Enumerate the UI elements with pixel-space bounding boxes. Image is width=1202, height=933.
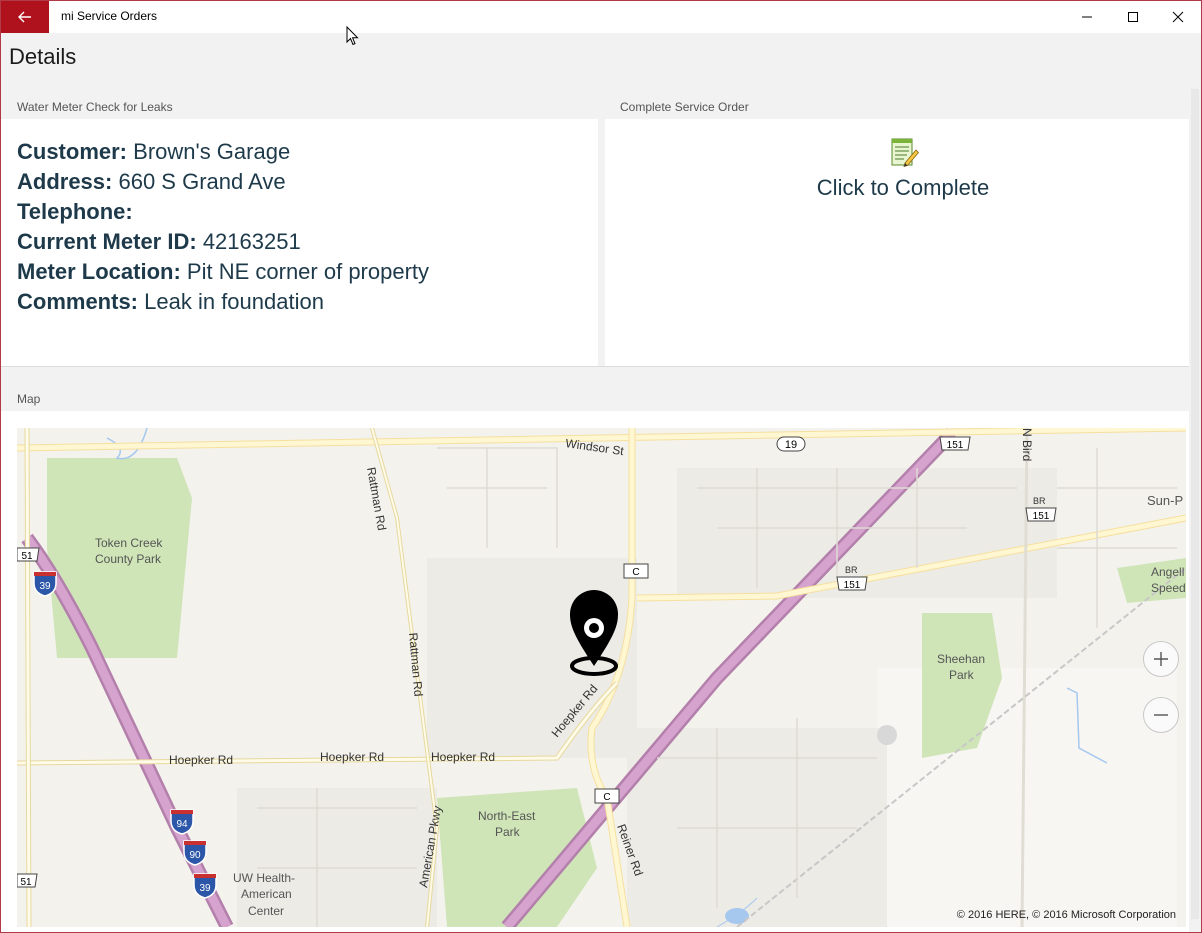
telephone-label: Telephone: [17, 199, 133, 224]
interstate-39-shield: 39 [193, 873, 217, 899]
scrollbar-thumb[interactable] [1191, 89, 1199, 919]
minimize-button[interactable] [1064, 1, 1110, 33]
complete-order-panel[interactable]: Click to Complete [605, 119, 1201, 366]
back-arrow-icon [18, 11, 31, 23]
mouse-cursor-icon [346, 26, 359, 46]
hoepker-rd-label: Hoepker Rd [169, 753, 233, 767]
app-title: mi Service Orders [61, 9, 158, 23]
telephone-line: Telephone: [17, 197, 429, 227]
sheehan-label: Sheehan [937, 652, 985, 666]
close-icon [1172, 11, 1184, 23]
county-c-letter: C [632, 567, 639, 578]
back-button[interactable] [1, 1, 49, 33]
interstate-39-number: 39 [39, 581, 51, 592]
zoom-out-button[interactable] [1143, 697, 1179, 733]
address-line: Address: 660 S Grand Ave [17, 167, 429, 197]
us-51-number: 51 [20, 877, 32, 888]
meter-location-value: Pit NE corner of property [186, 259, 430, 284]
park-label: Park [949, 668, 975, 682]
interstate-39-shield: 39 [33, 571, 57, 597]
pond [725, 908, 749, 924]
angell-label: Angell [1151, 565, 1184, 579]
uw-health-label: UW Health- [233, 871, 295, 885]
american-label: American [241, 887, 292, 901]
hwy-19-number: 19 [785, 439, 797, 451]
map-canvas[interactable]: Windsor St Rattman Rd Rattman Rd Token C… [17, 428, 1186, 927]
order-section-header: Water Meter Check for Leaks [17, 100, 173, 114]
speed-label: Speed [1151, 581, 1186, 595]
location-pin-icon[interactable] [570, 590, 618, 676]
click-to-complete-label[interactable]: Click to Complete [605, 175, 1201, 201]
meter-id-line: Current Meter ID: 42163251 [17, 227, 429, 257]
interstate-90-number: 90 [189, 850, 201, 861]
us-151-number: 151 [947, 440, 964, 451]
map-copyright: © 2016 HERE, © 2016 Microsoft Corporatio… [956, 909, 1176, 921]
county-c-letter: C [603, 792, 610, 803]
county-c-shield: C [623, 563, 649, 579]
meter-id-label: Current Meter ID: [17, 229, 197, 254]
us-151-shield: 151 [939, 436, 971, 451]
notepad-pencil-icon [891, 138, 920, 167]
maximize-icon [1128, 12, 1138, 22]
us-151-number: 151 [1033, 511, 1050, 522]
interstate-94-shield: 94 [170, 809, 194, 835]
n-bird-label: N Bird [1020, 428, 1034, 461]
map-view[interactable]: Windsor St Rattman Rd Rattman Rd Token C… [17, 428, 1186, 927]
comments-line: Comments: Leak in foundation [17, 287, 429, 317]
minimize-icon [1082, 16, 1092, 18]
hoepker-rd-label: Hoepker Rd [431, 750, 495, 764]
customer-line: Customer: Brown's Garage [17, 137, 429, 167]
meter-location-line: Meter Location: Pit NE corner of propert… [17, 257, 429, 287]
plus-icon [1154, 652, 1168, 666]
interstate-90-shield: 90 [183, 840, 207, 866]
address-label: Address: [17, 169, 113, 194]
complete-section-header: Complete Service Order [620, 100, 749, 114]
page-title: Details [9, 44, 77, 69]
us-51-number: 51 [21, 551, 33, 562]
map-section-header: Map [17, 392, 41, 406]
us-151-number: 151 [844, 580, 861, 591]
zoom-in-button[interactable] [1143, 641, 1179, 677]
county-park-label: County Park [95, 552, 162, 566]
br-label: BR [1033, 496, 1046, 506]
order-details-panel: Customer: Brown's Garage Address: 660 S … [1, 119, 598, 366]
us-51-shield: 51 [17, 873, 38, 888]
us-151-shield: 151 [1025, 507, 1057, 522]
token-creek-label: Token Creek [95, 536, 163, 550]
title-bar: mi Service Orders [1, 1, 1201, 33]
divider [1, 366, 1189, 367]
maximize-button[interactable] [1110, 1, 1156, 33]
comments-label: Comments: [17, 289, 139, 314]
br-label: BR [845, 565, 858, 575]
customer-value: Brown's Garage [133, 139, 291, 164]
comments-value: Leak in foundation [144, 289, 324, 314]
north-east-label: North-East [478, 809, 536, 823]
meter-id-value: 42163251 [202, 229, 301, 254]
interstate-39-number: 39 [199, 883, 211, 894]
interstate-94-number: 94 [176, 819, 188, 830]
app-window: mi Service Orders Details Water Meter Ch… [0, 0, 1202, 933]
close-button[interactable] [1155, 1, 1201, 33]
customer-label: Customer: [17, 139, 128, 164]
minus-icon [1154, 714, 1168, 716]
us-51-shield: 51 [17, 547, 40, 562]
county-c-shield: C [594, 788, 620, 804]
address-value: 660 S Grand Ave [118, 169, 286, 194]
center-label: Center [248, 904, 284, 918]
us-151-shield: 151 [836, 576, 868, 591]
meter-location-label: Meter Location: [17, 259, 181, 284]
highway-51 [25, 428, 31, 927]
hwy-19-shield: 19 [776, 436, 806, 452]
park-label: Park [495, 825, 521, 839]
sun-prairie-label: Sun-P [1147, 493, 1183, 508]
hoepker-rd-label: Hoepker Rd [320, 750, 384, 764]
map-poi-marker [877, 725, 897, 745]
